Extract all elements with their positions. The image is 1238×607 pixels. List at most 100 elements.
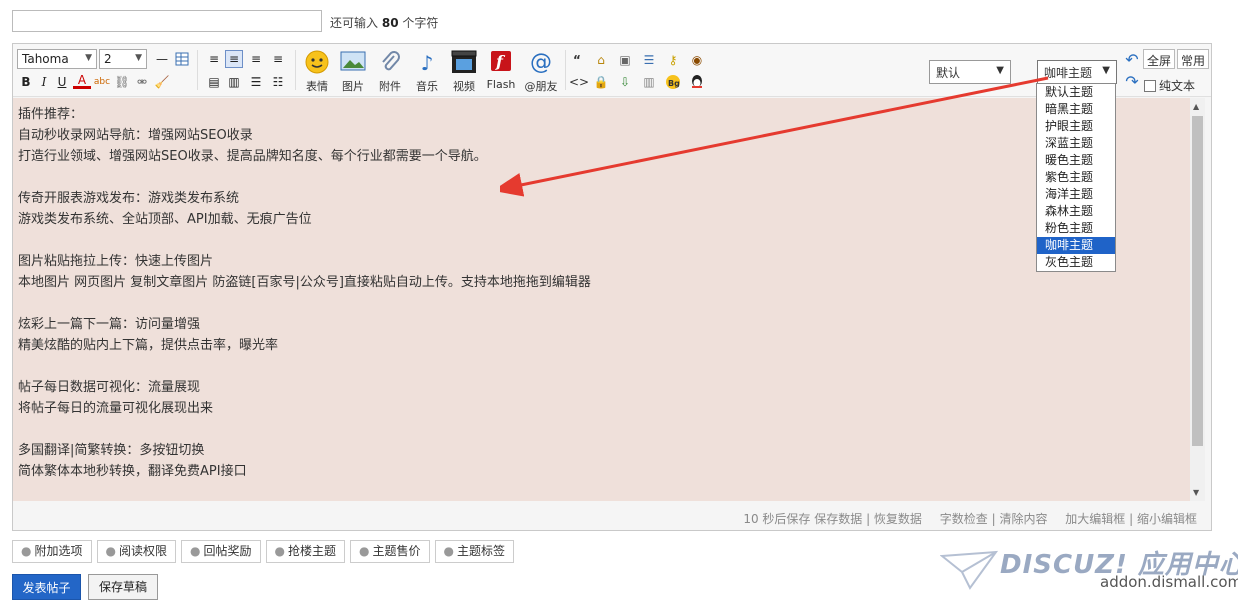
theme-option[interactable]: 默认主题 — [1037, 84, 1115, 101]
font-color-icon[interactable]: A — [73, 73, 91, 89]
emoji-label: 表情 — [306, 80, 328, 93]
sound-icon[interactable]: ◉ — [689, 52, 705, 68]
music-icon: ♪ — [420, 51, 434, 75]
bullet-icon: ● — [274, 544, 285, 558]
plaintext-toggle[interactable]: 纯文本 — [1144, 77, 1195, 94]
align-right-icon[interactable]: ≡ — [269, 50, 287, 68]
align-justify-icon[interactable]: ≡ — [225, 50, 243, 68]
clear-format-icon[interactable]: 🧹 — [153, 73, 171, 91]
bold-icon[interactable]: B — [17, 73, 35, 91]
content-line — [18, 356, 1185, 377]
theme-option[interactable]: 森林主题 — [1037, 203, 1115, 220]
image-icon — [340, 50, 366, 76]
char-count-prefix: 还可输入 — [330, 16, 379, 30]
publish-button[interactable]: 发表帖子 — [12, 574, 81, 600]
emoji-icon — [304, 50, 330, 76]
post-option-button[interactable]: ● 主题标签 — [434, 540, 514, 563]
italic-icon[interactable]: I — [35, 73, 53, 91]
content-line: 本地图片 网页图片 复制文章图片 防盗链[百家号|公众号]直接粘贴自动上传。支持… — [18, 275, 591, 290]
theme-option[interactable]: 咖啡主题 — [1037, 237, 1115, 254]
enlarge-editor-link[interactable]: 加大编辑框 — [1065, 512, 1125, 526]
post-option-button[interactable]: ● 主题售价 — [350, 540, 430, 563]
editor-scrollbar[interactable]: ▲ ▼ — [1190, 98, 1205, 501]
post-option-button[interactable]: ● 附加选项 — [12, 540, 92, 563]
float-right-icon[interactable]: ▥ — [225, 73, 243, 91]
post-option-button[interactable]: ● 阅读权限 — [96, 540, 176, 563]
editor-status-bar: 10 秒后保存 保存数据 | 恢复数据 字数检查 | 清除内容 加大编辑框 | … — [743, 512, 1197, 526]
save-draft-button[interactable]: 保存草稿 — [88, 574, 158, 600]
restore-data-link[interactable]: 恢复数据 — [874, 512, 922, 526]
link-icon[interactable]: ⛓ — [113, 73, 131, 91]
subject-input[interactable] — [12, 10, 322, 32]
plaintext-label: 纯文本 — [1159, 79, 1196, 93]
font-size-select[interactable]: 2 ▼ — [99, 49, 147, 69]
ordered-list-icon[interactable]: ☰ — [247, 73, 265, 91]
background-color-icon[interactable]: abc — [93, 73, 111, 91]
fullscreen-button[interactable]: 全屏 — [1143, 49, 1176, 69]
theme-option[interactable]: 护眼主题 — [1037, 118, 1115, 135]
image-label: 图片 — [342, 80, 364, 93]
theme-option[interactable]: 暖色主题 — [1037, 152, 1115, 169]
bullet-icon: ● — [190, 544, 201, 558]
horizontal-rule-icon[interactable]: — — [153, 50, 171, 68]
video-button[interactable]: 视频 — [446, 48, 482, 94]
shrink-editor-link[interactable]: 缩小编辑框 — [1137, 512, 1197, 526]
underline-icon[interactable]: U — [53, 73, 71, 91]
font-size-value: 2 — [104, 52, 112, 66]
align-left-icon[interactable]: ≡ — [205, 50, 223, 68]
undo-icon[interactable]: ↶ — [1124, 52, 1140, 68]
save-data-link[interactable]: 保存数据 — [814, 512, 862, 526]
common-button[interactable]: 常用 — [1177, 49, 1210, 69]
post-option-button[interactable]: ● 抢楼主题 — [265, 540, 345, 563]
content-line: 游戏类发布系统、全站顶部、API加载、无痕广告位 — [18, 212, 312, 227]
key-icon[interactable]: ⚷ — [665, 52, 681, 68]
video-label: 视频 — [453, 80, 475, 93]
post-option-label: 附加选项 — [34, 544, 83, 558]
char-count-number: 80 — [381, 16, 399, 30]
redo-icon[interactable]: ↷ — [1124, 74, 1140, 90]
content-line: 简体繁体本地秒转换，翻译免费API接口 — [18, 464, 247, 479]
font-family-select[interactable]: Tahoma ▼ — [17, 49, 97, 69]
music-button[interactable]: ♪ 音乐 — [409, 48, 445, 94]
content-line — [18, 293, 1185, 314]
clear-content-link[interactable]: 清除内容 — [999, 512, 1047, 526]
emoji-button[interactable]: 表情 — [299, 48, 335, 94]
chevron-down-icon: ▼ — [85, 53, 92, 63]
theme-dropdown: 默认主题 暗黑主题 护眼主题 深蓝主题 暖色主题 紫色主题 海洋主题 森林主题 粉色主题 咖啡主题… — [1036, 83, 1116, 272]
attachment-label: 附件 — [379, 80, 401, 93]
bullet-icon: ● — [105, 544, 116, 558]
theme-option[interactable]: 粉色主题 — [1037, 220, 1115, 237]
post-option-label: 主题售价 — [372, 544, 421, 558]
theme-option[interactable]: 暗黑主题 — [1037, 101, 1115, 118]
unlink-icon[interactable]: ⚮ — [133, 73, 151, 91]
post-options: ● 附加选项 ● 阅读权限 ● 回帖奖励 ● 抢楼主题 ● 主题售价 ● 主题标签 — [12, 540, 514, 563]
scroll-down-icon[interactable]: ▼ — [1193, 488, 1199, 497]
scrollbar-thumb[interactable] — [1192, 116, 1203, 446]
content-line: 帖子每日数据可视化：流量展现 — [18, 380, 201, 395]
table-icon[interactable] — [173, 50, 191, 68]
bullet-icon: ● — [359, 544, 370, 558]
theme-option[interactable]: 深蓝主题 — [1037, 135, 1115, 152]
page-break-icon[interactable]: ☰ — [641, 52, 657, 68]
bullet-icon: ● — [21, 544, 32, 558]
scroll-up-icon[interactable]: ▲ — [1193, 102, 1199, 111]
plaintext-checkbox[interactable] — [1144, 79, 1156, 92]
theme-option[interactable]: 灰色主题 — [1037, 254, 1115, 271]
unordered-list-icon[interactable]: ☷ — [269, 73, 287, 91]
post-option-label: 阅读权限 — [118, 544, 167, 558]
word-check-link[interactable]: 字数检查 — [940, 512, 988, 526]
attachment-button[interactable]: 附件 — [372, 48, 408, 94]
content-line — [18, 230, 1185, 251]
theme-option[interactable]: 紫色主题 — [1037, 169, 1115, 186]
quote-icon[interactable]: “ — [569, 52, 585, 68]
image-button[interactable]: 图片 — [335, 48, 371, 94]
align-center-icon[interactable]: ≡ — [247, 50, 265, 68]
chevron-down-icon: ▼ — [135, 53, 142, 63]
post-option-label: 回帖奖励 — [203, 544, 252, 558]
theme-option[interactable]: 海洋主题 — [1037, 186, 1115, 203]
post-option-button[interactable]: ● 回帖奖励 — [181, 540, 261, 563]
lock-icon[interactable]: ⌂ — [593, 52, 609, 68]
float-left-icon[interactable]: ▤ — [205, 73, 223, 91]
discuz-logo-icon — [940, 550, 999, 590]
code-icon[interactable]: ▣ — [617, 52, 633, 68]
